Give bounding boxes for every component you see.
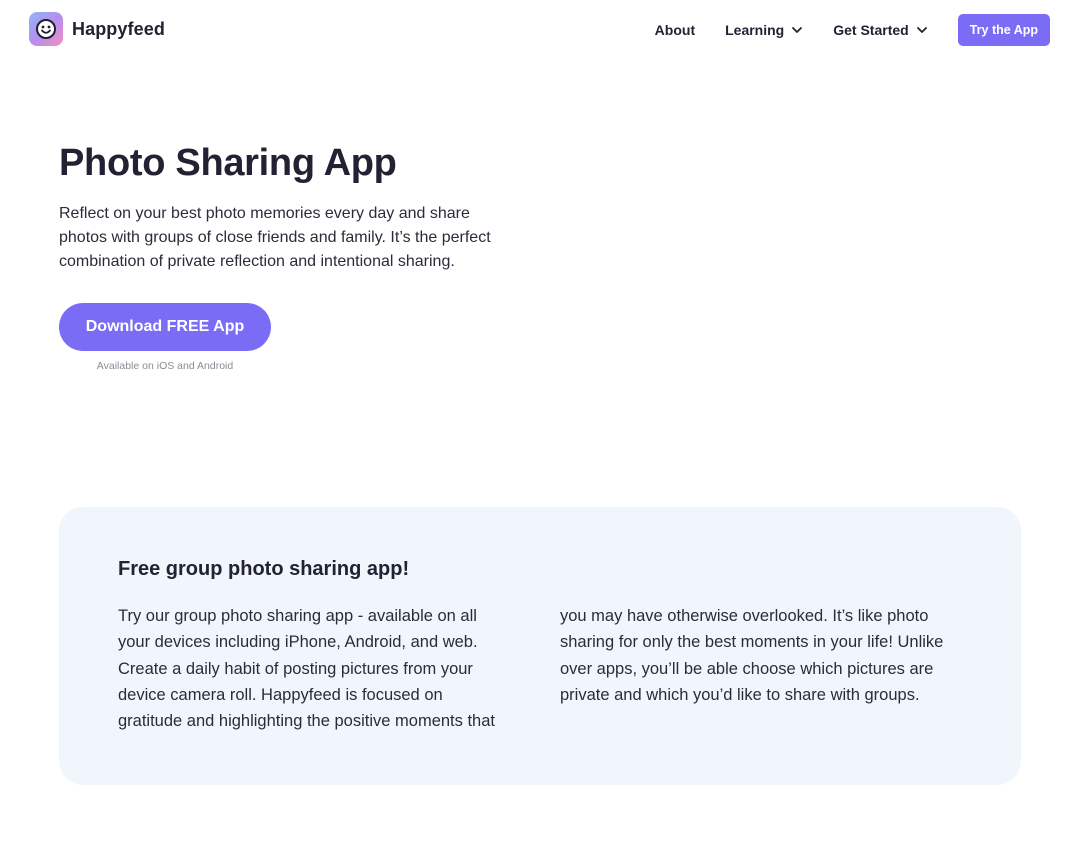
- download-free-app-button[interactable]: Download FREE App: [59, 303, 271, 351]
- nav-about-label: About: [654, 22, 696, 38]
- try-the-app-button[interactable]: Try the App: [957, 14, 1050, 46]
- download-cta-group: Download FREE App Available on iOS and A…: [59, 303, 271, 372]
- feature-text: Try our group photo sharing app - availa…: [118, 607, 944, 731]
- nav-learning-label: Learning: [725, 22, 785, 38]
- brand-link[interactable]: Happyfeed: [29, 12, 165, 46]
- nav-get-started-dropdown[interactable]: Get Started: [833, 22, 927, 38]
- feature-card: Free group photo sharing app! Try our gr…: [59, 507, 1021, 785]
- hero-description: Reflect on your best photo memories ever…: [59, 205, 491, 270]
- feature-title: Free group photo sharing app!: [118, 558, 410, 580]
- nav-links: About Learning Get Started Try the App: [655, 14, 1050, 46]
- hero-section: Photo Sharing App Reflect on your best p…: [59, 140, 519, 372]
- top-navigation: Happyfeed About Learning Get Started Try…: [0, 0, 1080, 60]
- nav-get-started-label: Get Started: [833, 22, 909, 38]
- happyfeed-logo-icon: [29, 12, 63, 46]
- availability-note: Available on iOS and Android: [96, 360, 234, 372]
- brand-name: Happyfeed: [72, 18, 165, 39]
- page-title: Photo Sharing App: [59, 142, 397, 184]
- chevron-down-icon: [916, 27, 927, 33]
- chevron-down-icon: [792, 27, 803, 33]
- nav-learning-dropdown[interactable]: Learning: [725, 22, 803, 38]
- nav-about-link[interactable]: About: [655, 22, 695, 38]
